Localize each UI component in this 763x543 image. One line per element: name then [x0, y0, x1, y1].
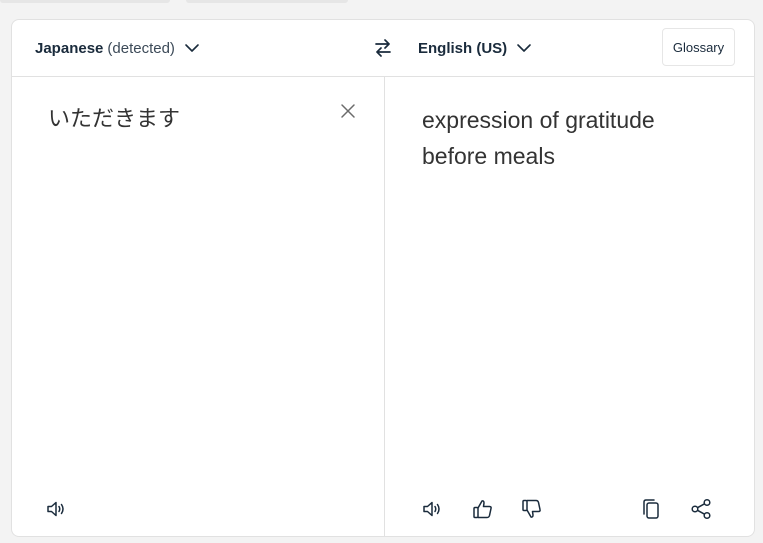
target-listen-button[interactable] [420, 497, 444, 521]
chevron-down-icon [516, 40, 532, 56]
speaker-icon [420, 497, 444, 521]
speaker-icon [44, 497, 68, 521]
target-language-select[interactable]: English (US) [418, 20, 532, 76]
share-button[interactable] [689, 497, 713, 521]
copy-button[interactable] [639, 497, 663, 521]
share-icon [689, 497, 713, 521]
swap-icon [372, 37, 394, 59]
source-language-select[interactable]: Japanese (detected) [35, 20, 200, 76]
translation-output: expression of gratitude before meals [422, 102, 722, 174]
close-icon [339, 102, 357, 120]
thumbs-down-icon [520, 497, 544, 521]
copy-icon [639, 497, 663, 521]
tab-indicator [186, 0, 348, 3]
translator-header: Japanese (detected) English (US) Glossar… [12, 20, 754, 77]
translation-line: expression of gratitude [422, 107, 655, 133]
clear-source-button[interactable] [339, 102, 357, 120]
source-listen-button[interactable] [44, 497, 68, 521]
translator-card: Japanese (detected) English (US) Glossar… [11, 19, 755, 537]
source-text-input[interactable]: いただきます [48, 102, 328, 138]
chevron-down-icon [184, 40, 200, 56]
tab-indicator [0, 0, 170, 3]
swap-languages-button[interactable] [372, 37, 394, 59]
top-tabs [0, 0, 763, 4]
translation-line: before meals [422, 143, 555, 169]
target-language-label: English (US) [418, 39, 508, 57]
panel-divider [384, 77, 385, 536]
thumbs-down-button[interactable] [520, 497, 544, 521]
thumbs-up-button[interactable] [471, 497, 495, 521]
detected-label: (detected) [107, 39, 175, 57]
thumbs-up-icon [471, 497, 495, 521]
source-language-label: Japanese [35, 39, 104, 57]
glossary-button[interactable]: Glossary [662, 28, 735, 66]
